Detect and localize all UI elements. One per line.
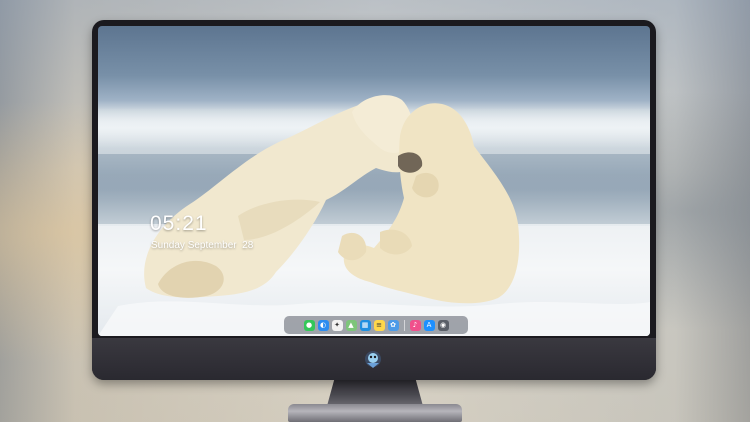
messages-icon[interactable]: ●	[303, 319, 315, 331]
brand-logo-icon	[365, 351, 381, 368]
app-store-icon[interactable]: A	[423, 319, 435, 331]
dock-separator	[403, 319, 405, 331]
lock-screen-date: Sunday September 28	[151, 240, 254, 251]
lock-screen-time: 05:21	[150, 212, 208, 235]
finder-icon[interactable]: ◐	[317, 319, 329, 331]
music-icon[interactable]: ♪	[409, 319, 421, 331]
photos-icon[interactable]: ✿	[387, 319, 399, 331]
safari-icon[interactable]: ✦	[331, 319, 343, 331]
clapper-icon[interactable]: ▦	[359, 319, 371, 331]
monitor-stand-neck	[327, 378, 423, 406]
lock-screen[interactable]: 05:21 Sunday September 28 ● ◐ ✦ ▲ ▦ ≡ ✿ …	[98, 26, 650, 336]
dock: ● ◐ ✦ ▲ ▦ ≡ ✿ ♪ A ◉	[284, 316, 468, 334]
camera-icon[interactable]: ◉	[437, 319, 449, 331]
monitor-stand-base	[288, 404, 462, 422]
polar-bears-wallpaper	[98, 95, 650, 336]
maps-icon[interactable]: ▲	[345, 319, 357, 331]
monitor-frame: 05:21 Sunday September 28 ● ◐ ✦ ▲ ▦ ≡ ✿ …	[92, 20, 656, 380]
notes-icon[interactable]: ≡	[373, 319, 385, 331]
